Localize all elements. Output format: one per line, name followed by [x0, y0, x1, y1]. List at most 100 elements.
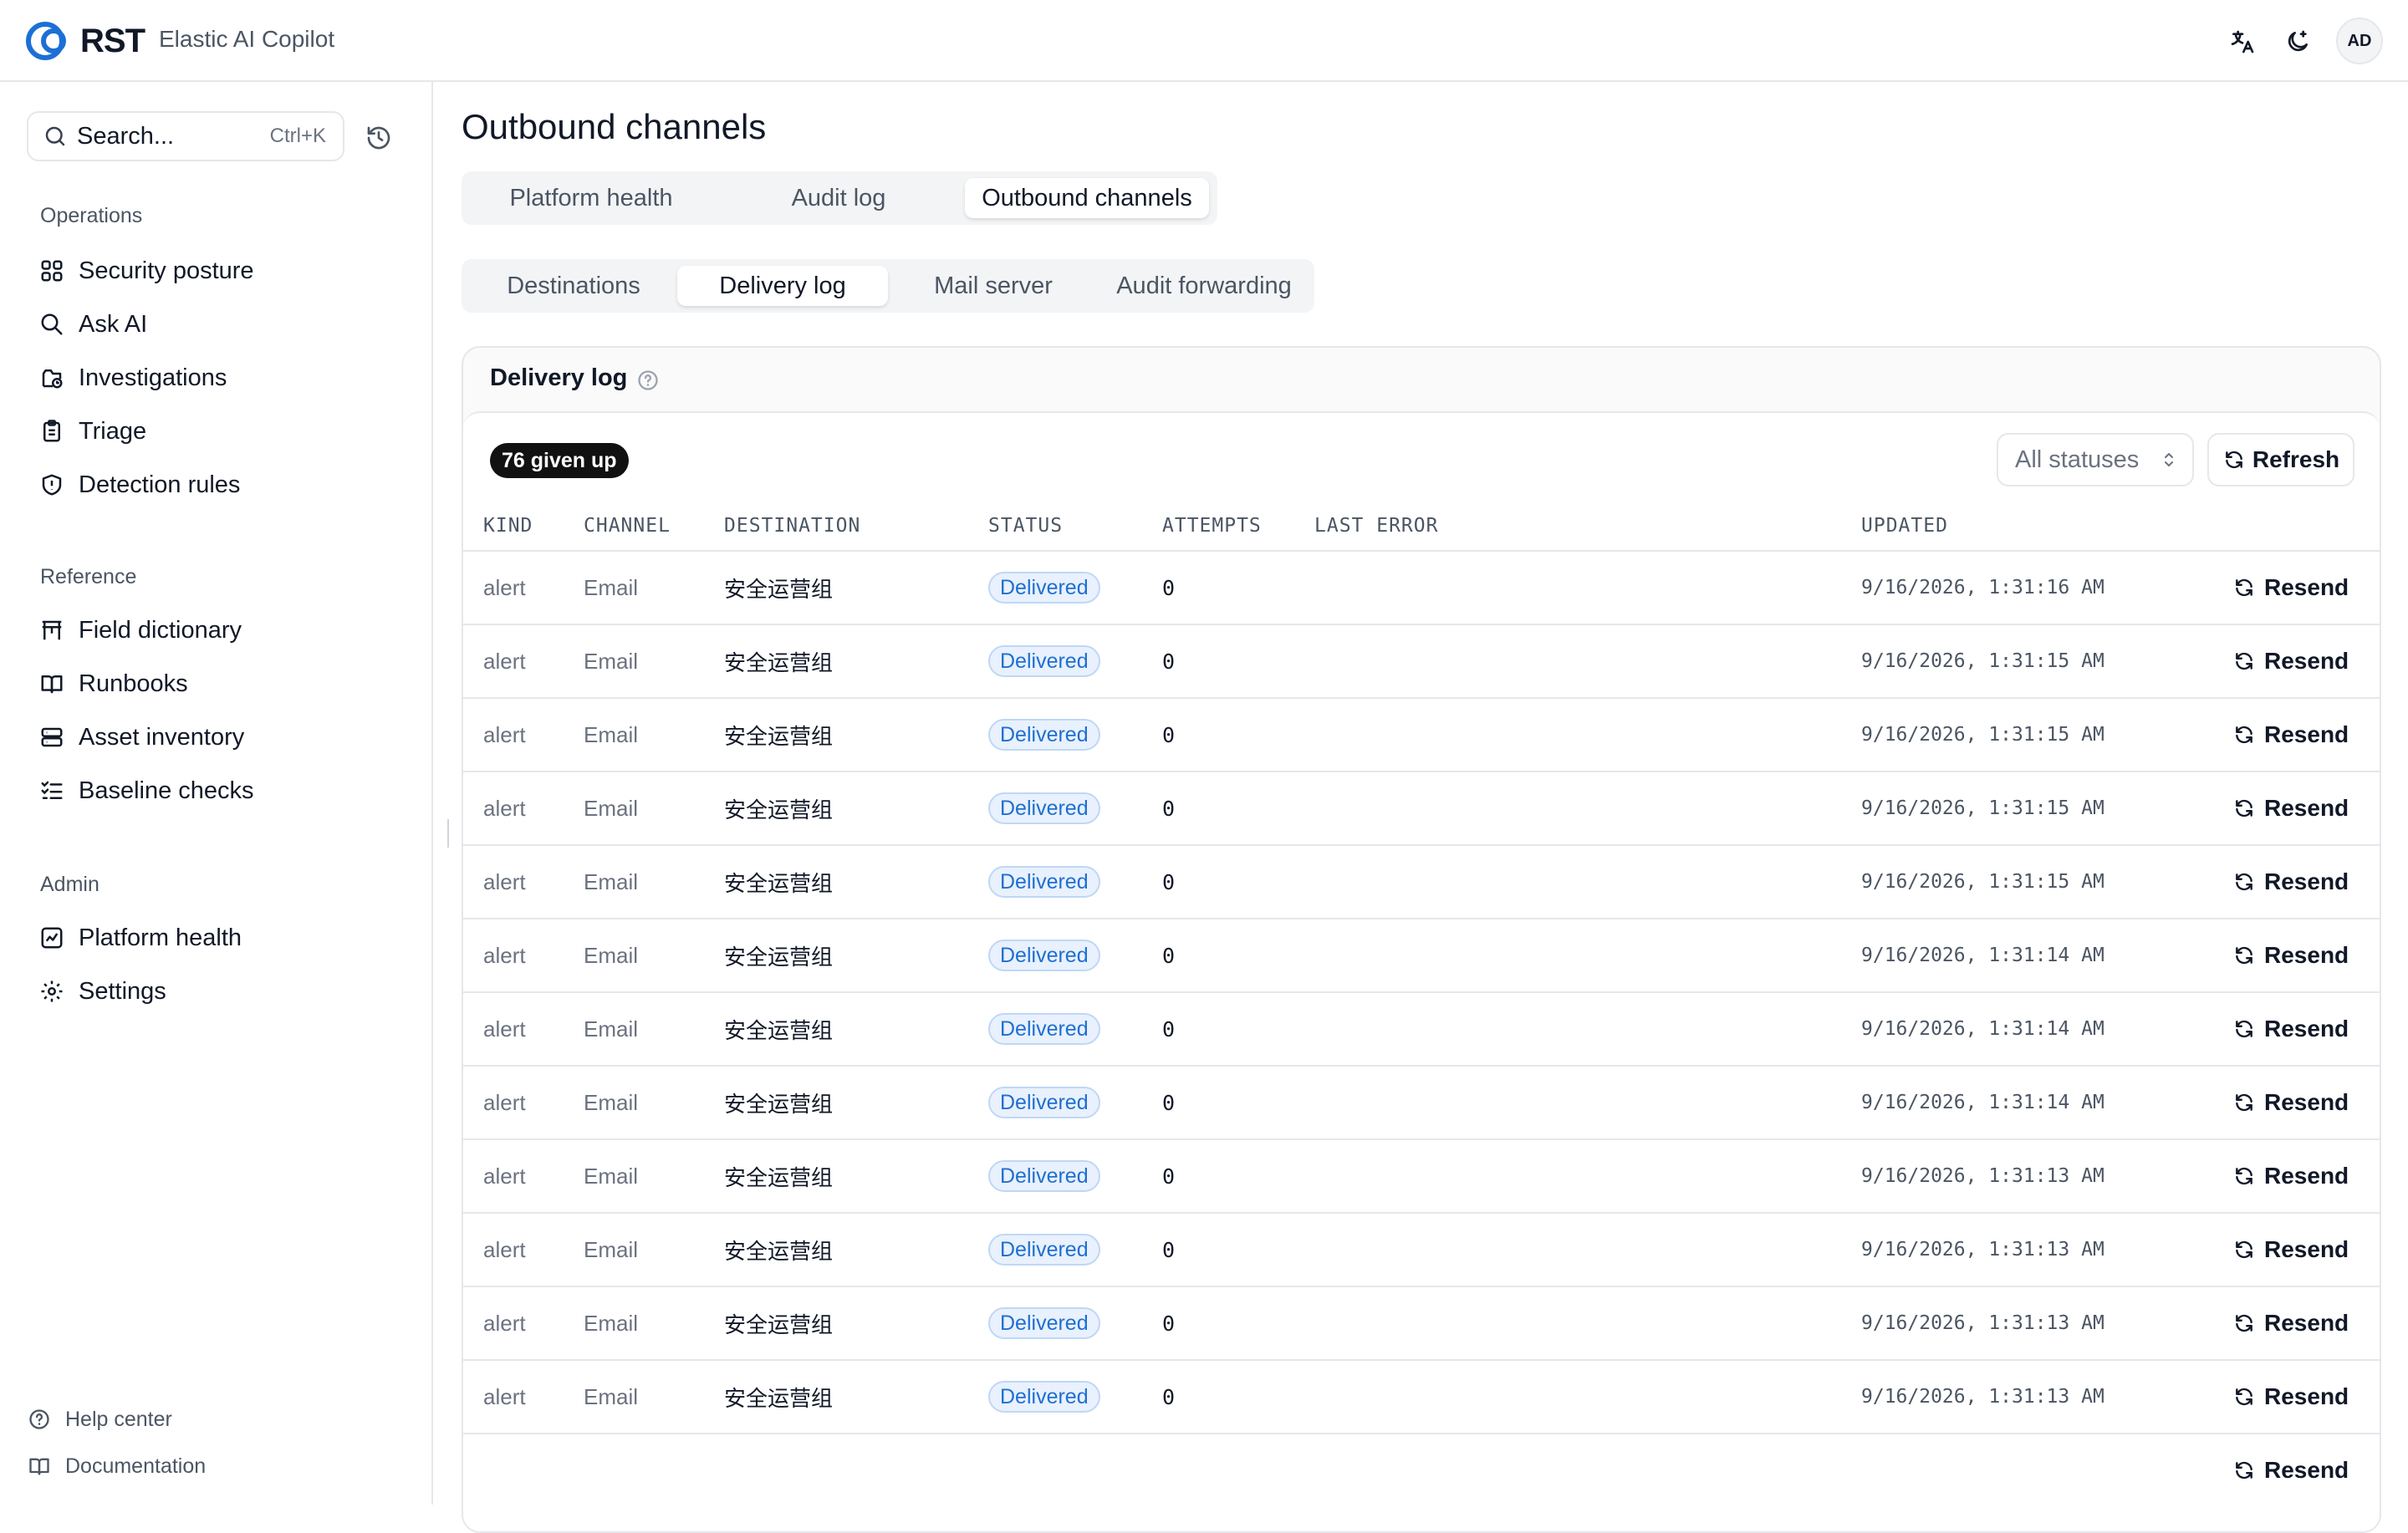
sidebar-item-triage[interactable]: Triage [37, 410, 146, 453]
cell-destination: 安全运营组 [724, 870, 834, 896]
tab-audit-log[interactable]: Audit log [717, 178, 960, 218]
sidebar-item-asset-inventory[interactable]: Asset inventory [37, 716, 244, 759]
resend-button[interactable]: Resend [2232, 552, 2349, 624]
sidebar-item-label: Detection rules [79, 471, 241, 498]
resend-button[interactable]: Resend [2232, 1214, 2349, 1286]
cell-updated: 9/16/2026, 1:31:14 AM [1861, 1018, 2104, 1040]
sidebar-resize-handle[interactable] [447, 819, 449, 848]
cell-updated: 9/16/2026, 1:31:13 AM [1861, 1386, 2104, 1408]
status-filter-select[interactable]: All statuses [1997, 433, 2194, 486]
help-icon [25, 1405, 54, 1434]
book-open-icon [37, 669, 67, 699]
table-row: alert Email 安全运营组 Delivered 0 9/16/2026, 1:31… [463, 624, 2380, 697]
theme-moon-icon[interactable] [2281, 25, 2314, 59]
tab-audit-forwarding[interactable]: Audit forwarding [1099, 266, 1309, 306]
sidebar-item-runbooks[interactable]: Runbooks [37, 662, 188, 705]
table-icon [37, 615, 67, 645]
cell-kind: alert [483, 795, 526, 821]
cell-kind: alert [483, 1163, 526, 1189]
resend-button[interactable]: Resend [2232, 919, 2349, 991]
resend-label: Resend [2264, 1310, 2349, 1336]
refresh-icon [2232, 723, 2256, 746]
primary-tabs: Platform health Audit log Outbound chann… [462, 171, 1217, 225]
sidebar-item-investigations[interactable]: Investigations [37, 356, 227, 400]
cell-attempts: 0 [1162, 1090, 1176, 1115]
cell-destination: 安全运营组 [724, 1091, 834, 1117]
clipboard-icon [37, 416, 67, 446]
cell-kind: alert [483, 1383, 526, 1409]
column-header-destination: DESTINATION [724, 515, 861, 537]
search-input[interactable]: Search... Ctrl+K [27, 111, 344, 161]
resend-button[interactable]: Resend [2232, 1067, 2349, 1138]
resend-label: Resend [2264, 574, 2349, 600]
sidebar-item-detection-rules[interactable]: Detection rules [37, 463, 240, 507]
cell-channel: Email [584, 574, 639, 600]
section-label-reference: Reference [40, 565, 137, 588]
resend-button[interactable]: Resend [2232, 1361, 2349, 1433]
tab-outbound-channels[interactable]: Outbound channels [965, 178, 1209, 218]
sidebar-item-platform-health[interactable]: Platform health [37, 916, 242, 960]
column-header-kind: KIND [483, 515, 533, 537]
refresh-icon [2222, 448, 2246, 471]
cell-destination: 安全运营组 [724, 723, 834, 749]
sidebar-item-ask-ai[interactable]: Ask AI [37, 303, 147, 346]
resend-button[interactable]: Resend [2232, 993, 2349, 1065]
status-badge: Delivered [988, 1307, 1100, 1339]
refresh-icon [2232, 1164, 2256, 1188]
tab-platform-health[interactable]: Platform health [470, 178, 712, 218]
cell-kind: alert [483, 1310, 526, 1336]
resend-label: Resend [2264, 648, 2349, 674]
resend-button[interactable]: Resend [2232, 1287, 2349, 1359]
translate-icon[interactable] [2226, 25, 2259, 59]
resend-label: Resend [2264, 1089, 2349, 1115]
refresh-icon [2232, 649, 2256, 673]
cell-destination: 安全运营组 [724, 944, 834, 970]
logo[interactable]: RST [23, 20, 145, 62]
sidebar-item-label: Field dictionary [79, 616, 242, 644]
sidebar-item-label: Investigations [79, 364, 227, 391]
sidebar-item-field-dictionary[interactable]: Field dictionary [37, 609, 242, 652]
resend-button[interactable]: Resend [2232, 1140, 2349, 1212]
resend-button[interactable]: Resend [2232, 699, 2349, 771]
cell-channel: Email [584, 1089, 639, 1115]
documentation-label: Documentation [65, 1454, 207, 1478]
checklist-icon [37, 776, 67, 806]
cell-kind: alert [483, 868, 526, 894]
sidebar-item-label: Settings [79, 977, 166, 1005]
resend-label: Resend [2264, 868, 2349, 894]
tab-mail-server[interactable]: Mail server [888, 266, 1099, 306]
cell-channel: Email [584, 868, 639, 894]
cell-status: Delivered [988, 1287, 1100, 1359]
avatar[interactable]: AD [2336, 18, 2383, 64]
table-row: alert Email 安全运营组 Delivered 0 9/16/2026, 1:31… [463, 918, 2380, 991]
tab-delivery-log[interactable]: Delivery log [677, 266, 888, 306]
refresh-button[interactable]: Refresh [2207, 433, 2354, 486]
documentation-link[interactable]: Documentation [25, 1448, 206, 1485]
refresh-icon [2232, 1311, 2256, 1335]
sidebar-item-security-posture[interactable]: Security posture [37, 249, 254, 293]
resend-label: Resend [2264, 1163, 2349, 1189]
table-row: alert Email 安全运营组 Delivered 0 9/16/2026, 1:31… [463, 697, 2380, 771]
help-center-link[interactable]: Help center [25, 1401, 172, 1438]
resend-button[interactable]: Resend [2232, 772, 2349, 844]
resend-button[interactable]: Resend [2232, 1434, 2349, 1506]
cell-updated: 9/16/2026, 1:31:15 AM [1861, 724, 2104, 746]
cell-kind: alert [483, 721, 526, 747]
table-row: alert Email 安全运营组 Delivered 0 9/16/2026, 1:31… [463, 1212, 2380, 1286]
sidebar-item-baseline-checks[interactable]: Baseline checks [37, 769, 254, 812]
status-filter-value: All statuses [2015, 446, 2140, 473]
resend-button[interactable]: Resend [2232, 625, 2349, 697]
help-icon[interactable] [635, 368, 661, 393]
history-icon[interactable] [363, 122, 395, 154]
sidebar-item-settings[interactable]: Settings [37, 970, 166, 1013]
cell-status: Delivered [988, 919, 1100, 991]
resend-button[interactable]: Resend [2232, 846, 2349, 918]
tab-destinations[interactable]: Destinations [468, 266, 679, 306]
cell-destination: 安全运营组 [724, 649, 834, 675]
cell-attempts: 0 [1162, 1237, 1176, 1262]
cell-updated: 9/16/2026, 1:31:14 AM [1861, 945, 2104, 966]
cell-status: Delivered [988, 1067, 1100, 1138]
status-badge: Delivered [988, 1013, 1100, 1045]
column-header-status: STATUS [988, 515, 1064, 537]
cell-kind: alert [483, 574, 526, 600]
